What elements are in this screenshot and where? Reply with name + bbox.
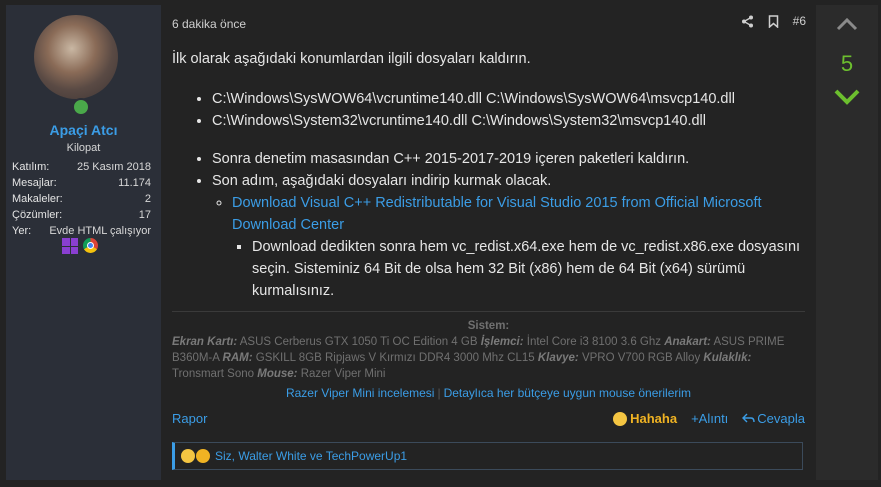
download-note-list: Download dedikten sonra hem vc_redist.x6… [232, 236, 807, 302]
post-body: İlk olarak aşağıdaki konumlardan ilgili … [172, 48, 807, 302]
path-list: C:\Windows\SysWOW64\vcruntime140.dll C:\… [172, 88, 807, 132]
list-item: C:\Windows\SysWOW64\vcruntime140.dll C:\… [212, 88, 807, 110]
download-list: Download Visual C++ Redistributable for … [212, 192, 807, 302]
username-link[interactable]: Apaçi Atcı [6, 122, 161, 138]
user-agent-icons [62, 238, 98, 254]
stat-articles: Makaleler: 2 [12, 193, 151, 205]
reaction-button[interactable]: Hahaha [613, 411, 677, 426]
heart-eyes-emoji-icon [181, 449, 195, 463]
reactions-bar[interactable]: Siz, Walter White ve TechPowerUp1 [172, 442, 803, 470]
signature-links: Razer Viper Mini incelemesi | Detaylıca he… [172, 385, 805, 401]
user-title: Kilopat [66, 142, 101, 154]
signature-link-separator: | [437, 386, 441, 400]
windows-icon [62, 238, 78, 254]
reply-icon [742, 413, 755, 423]
downvote-chevron-icon[interactable] [833, 87, 861, 107]
user-stats: Katılım: 25 Kasım 2018 Mesajlar: 11.174 Ma… [12, 159, 151, 239]
signature-link-review[interactable]: Razer Viper Mini incelemesi [286, 386, 435, 400]
stat-solutions: Çözümler: 17 [12, 209, 151, 221]
report-button[interactable]: Rapor [172, 411, 207, 426]
signature-specs: Ekran Kartı: ASUS Cerberus GTX 1050 Ti O… [172, 336, 785, 380]
post-main: 6 dakika önce #6 İlk olarak aşağıdaki ko… [162, 5, 814, 480]
post-time[interactable]: 6 dakika önce [172, 17, 246, 31]
post-header-actions: #6 [741, 14, 806, 28]
stat-messages: Mesajlar: 11.174 [12, 177, 151, 189]
online-status-icon [72, 98, 90, 116]
laughing-emoji-icon [613, 411, 628, 426]
reply-button[interactable]: Cevapla [742, 411, 805, 426]
share-icon[interactable] [741, 15, 754, 28]
reaction-emojis [181, 449, 211, 463]
quote-button[interactable]: +Alıntı [691, 411, 728, 426]
post-footer: Rapor Hahaha +Alıntı Cevapla [172, 411, 805, 429]
post-actions: Hahaha +Alıntı Cevapla [613, 411, 805, 426]
signature-link-mouse[interactable]: Detaylıca her bütçeye uygun mouse öneril… [444, 386, 691, 400]
list-item: C:\Windows\System32\vcruntime140.dll C:\… [212, 110, 807, 132]
chrome-icon [83, 238, 98, 253]
list-item: Sonra denetim masasından C++ 2015-2017-2… [212, 148, 807, 170]
vote-count: 5 [840, 51, 854, 76]
bookmark-icon[interactable] [768, 14, 779, 28]
download-note: Download dedikten sonra hem vc_redist.x6… [252, 236, 807, 302]
post-number[interactable]: #6 [793, 14, 806, 28]
post-intro: İlk olarak aşağıdaki konumlardan ilgili … [172, 51, 531, 67]
reactions-list[interactable]: Siz, Walter White ve TechPowerUp1 [215, 449, 407, 463]
stat-location: Yer: Evde HTML çalışıyor [12, 225, 151, 237]
steps-list: Sonra denetim masasından C++ 2015-2017-2… [172, 148, 807, 302]
download-link[interactable]: Download Visual C++ Redistributable for … [232, 195, 762, 233]
signature-divider [172, 311, 805, 312]
signature-title: Sistem: [467, 320, 510, 332]
stat-joined: Katılım: 25 Kasım 2018 [12, 161, 151, 173]
user-avatar[interactable] [34, 15, 118, 99]
vote-panel: 5 [816, 5, 878, 480]
user-panel: Apaçi Atcı Kilopat Katılım: 25 Kasım 2018… [6, 5, 161, 480]
laughing-emoji-icon [196, 449, 210, 463]
list-item: Download Visual C++ Redistributable for … [232, 192, 807, 302]
upvote-chevron-icon[interactable] [836, 17, 858, 31]
post-container: Apaçi Atcı Kilopat Katılım: 25 Kasım 2018… [0, 0, 881, 487]
signature: Sistem: Ekran Kartı: ASUS Cerberus GTX 1… [172, 318, 805, 401]
list-item: Son adım, aşağıdaki dosyaları indirip ku… [212, 170, 807, 302]
